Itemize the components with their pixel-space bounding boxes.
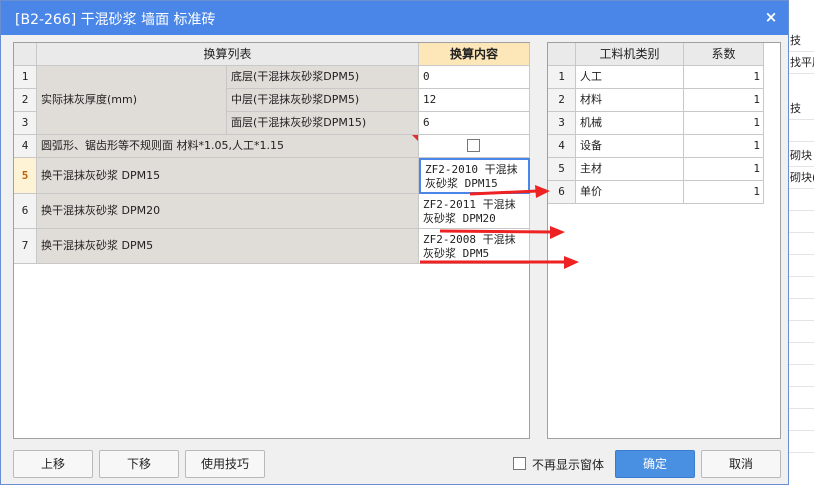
- category-cell: 单价: [576, 181, 684, 204]
- category-cell: 人工: [576, 66, 684, 89]
- bg-row: [789, 211, 814, 233]
- row-number[interactable]: 2: [548, 89, 576, 112]
- replace-dpm5-label: 换干混抹灰砂浆 DPM5: [37, 229, 419, 264]
- header-conversion-content: 换算内容: [419, 43, 530, 66]
- row-number[interactable]: 3: [14, 112, 37, 135]
- value-line: 灰砂浆 DPM20: [423, 212, 496, 225]
- value-line: ZF2-2010 干混抹: [425, 163, 518, 176]
- bg-row: [789, 255, 814, 277]
- dont-show-label: 不再显示窗体: [532, 458, 605, 472]
- replace-dpm20-label: 换干混抹灰砂浆 DPM20: [37, 194, 419, 229]
- thickness-value-input[interactable]: 12: [419, 89, 530, 112]
- dialog-titlebar[interactable]: [B2-266] 干混砂浆 墙面 标准砖 ×: [1, 1, 788, 35]
- row-number[interactable]: 6: [14, 194, 37, 229]
- bg-row: [789, 189, 814, 211]
- row-number[interactable]: 6: [548, 181, 576, 204]
- row-number[interactable]: 4: [548, 135, 576, 158]
- irregular-surface-checkbox[interactable]: [467, 139, 480, 152]
- category-cell: 机械: [576, 112, 684, 135]
- layer-label: 面层(干混抹灰砂浆DPM15): [227, 112, 419, 135]
- dialog-title: [B2-266] 干混砂浆 墙面 标准砖: [15, 12, 216, 28]
- bg-row: [789, 431, 814, 453]
- category-cell: 设备: [576, 135, 684, 158]
- bg-row: 技: [789, 30, 814, 52]
- move-down-button[interactable]: 下移: [99, 450, 179, 478]
- note-marker-icon: [412, 135, 418, 141]
- value-line: 灰砂浆 DPM5: [423, 247, 490, 260]
- replace-dpm5-value[interactable]: ZF2-2008 干混抹 灰砂浆 DPM5: [419, 229, 530, 264]
- bg-row: 砌块: [789, 145, 814, 167]
- category-cell: 主材: [576, 158, 684, 181]
- resource-coefficient-table: 工料机类别 系数 1 人工 1 2 材料 1 3 机械 1 4 设备 1 5 主…: [547, 42, 781, 439]
- move-up-button[interactable]: 上移: [13, 450, 93, 478]
- bg-row: [789, 343, 814, 365]
- value-line: 灰砂浆 DPM15: [425, 177, 498, 190]
- row-number[interactable]: 5: [548, 158, 576, 181]
- coefficient-input[interactable]: 1: [684, 112, 764, 135]
- replace-dpm15-value[interactable]: ZF2-2010 干混抹 灰砂浆 DPM15: [419, 158, 530, 194]
- header-corner: [548, 43, 576, 66]
- row-number[interactable]: 7: [14, 229, 37, 264]
- irregular-surface-cell: [419, 135, 530, 158]
- replace-dpm15-label: 换干混抹灰砂浆 DPM15: [37, 158, 419, 194]
- header-category: 工料机类别: [576, 43, 684, 66]
- header-corner: [14, 43, 37, 66]
- layer-label: 中层(干混抹灰砂浆DPM5): [227, 89, 419, 112]
- ok-button[interactable]: 确定: [615, 450, 695, 478]
- coefficient-input[interactable]: 1: [684, 89, 764, 112]
- thickness-value-input[interactable]: 6: [419, 112, 530, 135]
- coefficient-input[interactable]: 1: [684, 181, 764, 204]
- conversion-dialog: [B2-266] 干混砂浆 墙面 标准砖 × 换算列表 换算内容 1 2 3 4…: [0, 0, 789, 485]
- row-number[interactable]: 3: [548, 112, 576, 135]
- value-line: ZF2-2011 干混抹: [423, 198, 516, 211]
- coefficient-input[interactable]: 1: [684, 158, 764, 181]
- background-app-strip: 技 找平层 技 砌块 砌块(: [788, 0, 814, 485]
- coefficient-input[interactable]: 1: [684, 135, 764, 158]
- row-number[interactable]: 4: [14, 135, 37, 158]
- row-number[interactable]: 1: [548, 66, 576, 89]
- dont-show-checkbox[interactable]: [513, 457, 526, 470]
- row-number[interactable]: 1: [14, 66, 37, 89]
- header-coefficient: 系数: [684, 43, 764, 66]
- layer-label: 底层(干混抹灰砂浆DPM5): [227, 66, 419, 89]
- bg-row: [789, 277, 814, 299]
- coefficient-input[interactable]: 1: [684, 66, 764, 89]
- irregular-surface-label: 圆弧形、锯齿形等不规则面 材料*1.05,人工*1.15: [37, 135, 419, 158]
- value-line: ZF2-2008 干混抹: [423, 233, 516, 246]
- thickness-value-input[interactable]: 0: [419, 66, 530, 89]
- bg-row: 技: [789, 98, 814, 120]
- bg-row: [789, 299, 814, 321]
- replace-dpm20-value[interactable]: ZF2-2011 干混抹 灰砂浆 DPM20: [419, 194, 530, 229]
- bg-row: [789, 365, 814, 387]
- bg-row: [789, 233, 814, 255]
- usage-tips-button[interactable]: 使用技巧: [185, 450, 265, 478]
- bg-row: 找平层: [789, 52, 814, 74]
- thickness-group-label: 实际抹灰厚度(mm): [37, 66, 227, 135]
- bg-row: [789, 387, 814, 409]
- bg-row: [789, 409, 814, 431]
- cancel-button[interactable]: 取消: [701, 450, 781, 478]
- conversion-list-table: 换算列表 换算内容 1 2 3 4 5 6 7 实际抹灰厚度(mm) 底层(干混…: [13, 42, 530, 439]
- close-icon[interactable]: ×: [762, 8, 780, 26]
- category-cell: 材料: [576, 89, 684, 112]
- row-number[interactable]: 2: [14, 89, 37, 112]
- row-number-active[interactable]: 5: [14, 158, 37, 194]
- bg-row: [789, 120, 814, 142]
- bg-row: 砌块(: [789, 167, 814, 189]
- bg-row: [789, 321, 814, 343]
- header-conversion-list: 换算列表: [37, 43, 419, 66]
